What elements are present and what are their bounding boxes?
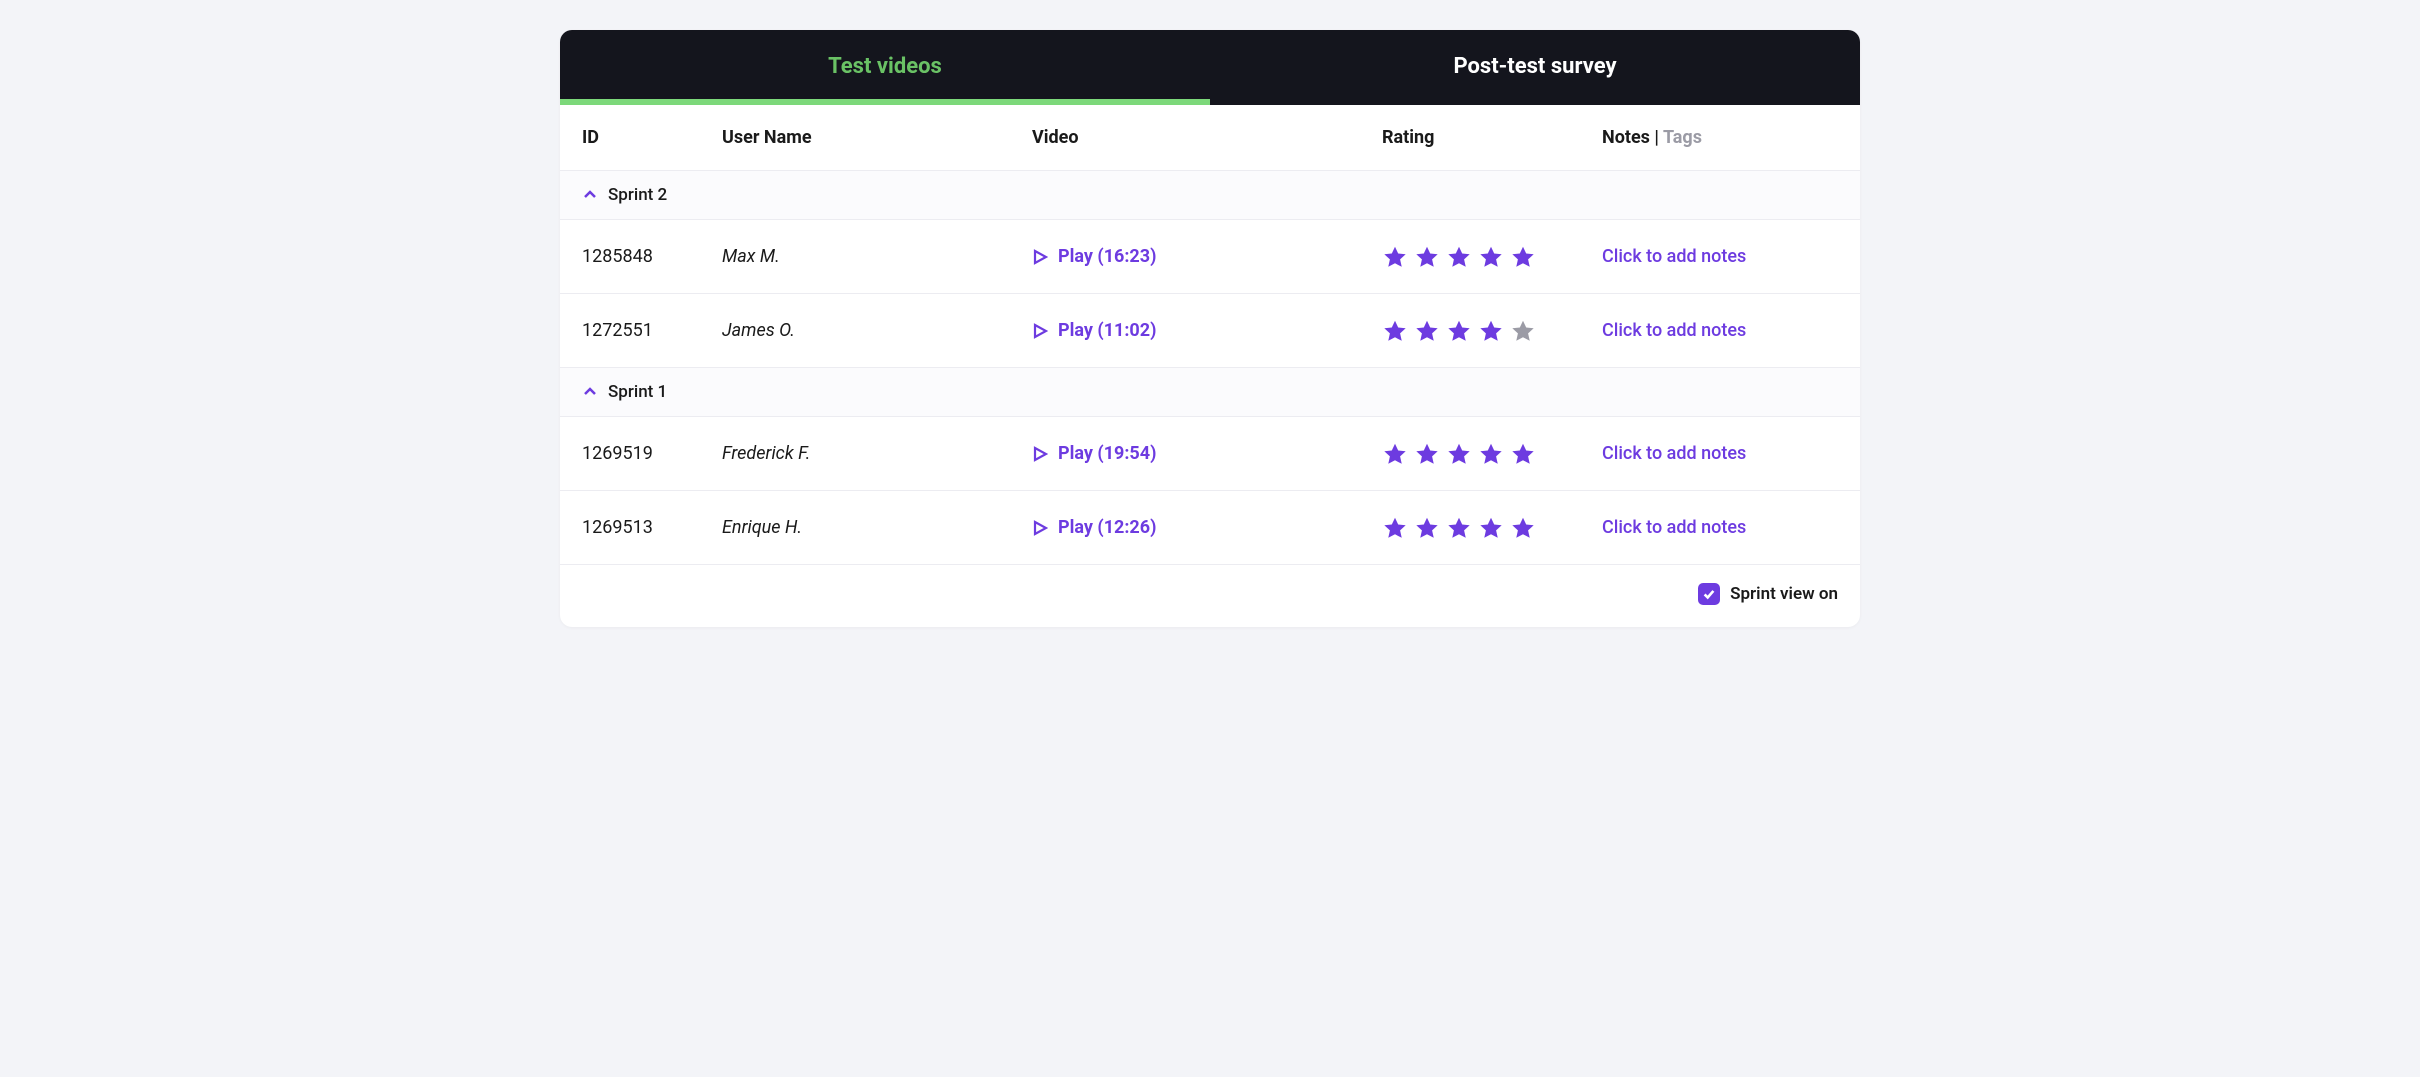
star-icon[interactable]	[1414, 441, 1440, 467]
cell-id: 1272551	[582, 320, 722, 341]
group-name: Sprint 2	[608, 185, 667, 205]
tabs-bar: Test videos Post-test survey	[560, 30, 1860, 105]
star-icon[interactable]	[1414, 318, 1440, 344]
cell-user: Max M.	[722, 246, 1032, 267]
rating-stars[interactable]	[1382, 318, 1602, 344]
star-icon[interactable]	[1478, 318, 1504, 344]
cell-id: 1269519	[582, 443, 722, 464]
chevron-up-icon	[582, 384, 598, 400]
play-button[interactable]: Play (12:26)	[1032, 517, 1382, 538]
tab-label: Post-test survey	[1453, 54, 1616, 79]
cell-user: Enrique H.	[722, 517, 1032, 538]
col-notes-tags: Notes | Tags	[1602, 127, 1838, 148]
rating-stars[interactable]	[1382, 244, 1602, 270]
star-icon[interactable]	[1446, 244, 1472, 270]
group-name: Sprint 1	[608, 382, 667, 402]
star-icon[interactable]	[1414, 244, 1440, 270]
col-sep: |	[1654, 127, 1663, 148]
col-notes: Notes	[1602, 127, 1650, 148]
star-icon[interactable]	[1478, 441, 1504, 467]
star-icon[interactable]	[1478, 515, 1504, 541]
add-notes-link[interactable]: Click to add notes	[1602, 320, 1838, 341]
table-body: Sprint 2 1285848Max M. Play (16:23) Click t…	[560, 171, 1860, 565]
star-icon[interactable]	[1382, 318, 1408, 344]
tab-post-test-survey[interactable]: Post-test survey	[1210, 30, 1860, 105]
group-header[interactable]: Sprint 2	[560, 171, 1860, 220]
play-button[interactable]: Play (16:23)	[1032, 246, 1382, 267]
tab-test-videos[interactable]: Test videos	[560, 30, 1210, 105]
play-button[interactable]: Play (19:54)	[1032, 443, 1382, 464]
star-icon[interactable]	[1510, 318, 1536, 344]
star-icon[interactable]	[1478, 244, 1504, 270]
checkmark-icon	[1702, 587, 1716, 601]
star-icon[interactable]	[1510, 515, 1536, 541]
group-header[interactable]: Sprint 1	[560, 368, 1860, 417]
play-label: Play (11:02)	[1058, 320, 1156, 341]
star-icon[interactable]	[1446, 441, 1472, 467]
sprint-view-label: Sprint view on	[1730, 584, 1838, 604]
play-icon	[1032, 323, 1048, 339]
cell-id: 1269513	[582, 517, 722, 538]
play-icon	[1032, 446, 1048, 462]
col-video: Video	[1032, 127, 1382, 148]
star-icon[interactable]	[1510, 244, 1536, 270]
col-id: ID	[582, 127, 722, 148]
play-button[interactable]: Play (11:02)	[1032, 320, 1382, 341]
star-icon[interactable]	[1446, 515, 1472, 541]
star-icon[interactable]	[1382, 244, 1408, 270]
add-notes-link[interactable]: Click to add notes	[1602, 443, 1838, 464]
star-icon[interactable]	[1382, 441, 1408, 467]
results-panel: Test videos Post-test survey ID User Nam…	[560, 30, 1860, 627]
cell-user: Frederick F.	[722, 443, 1032, 464]
col-tags: Tags	[1663, 127, 1702, 148]
add-notes-link[interactable]: Click to add notes	[1602, 246, 1838, 267]
tab-label: Test videos	[828, 54, 942, 79]
chevron-up-icon	[582, 187, 598, 203]
cell-user: James O.	[722, 320, 1032, 341]
star-icon[interactable]	[1382, 515, 1408, 541]
table-row: 1269519Frederick F. Play (19:54) Click to …	[560, 417, 1860, 491]
table-row: 1285848Max M. Play (16:23) Click to add no…	[560, 220, 1860, 294]
play-icon	[1032, 520, 1048, 536]
rating-stars[interactable]	[1382, 515, 1602, 541]
cell-id: 1285848	[582, 246, 722, 267]
star-icon[interactable]	[1510, 441, 1536, 467]
table-row: 1269513Enrique H. Play (12:26) Click to ad…	[560, 491, 1860, 565]
table-header: ID User Name Video Rating Notes | Tags	[560, 105, 1860, 171]
add-notes-link[interactable]: Click to add notes	[1602, 517, 1838, 538]
play-label: Play (16:23)	[1058, 246, 1156, 267]
table-row: 1272551James O. Play (11:02) Click to add …	[560, 294, 1860, 368]
col-rating: Rating	[1382, 127, 1602, 148]
play-icon	[1032, 249, 1048, 265]
star-icon[interactable]	[1446, 318, 1472, 344]
star-icon[interactable]	[1414, 515, 1440, 541]
rating-stars[interactable]	[1382, 441, 1602, 467]
panel-footer: Sprint view on	[560, 565, 1860, 627]
sprint-view-checkbox[interactable]	[1698, 583, 1720, 605]
play-label: Play (12:26)	[1058, 517, 1156, 538]
play-label: Play (19:54)	[1058, 443, 1156, 464]
col-user: User Name	[722, 127, 1032, 148]
